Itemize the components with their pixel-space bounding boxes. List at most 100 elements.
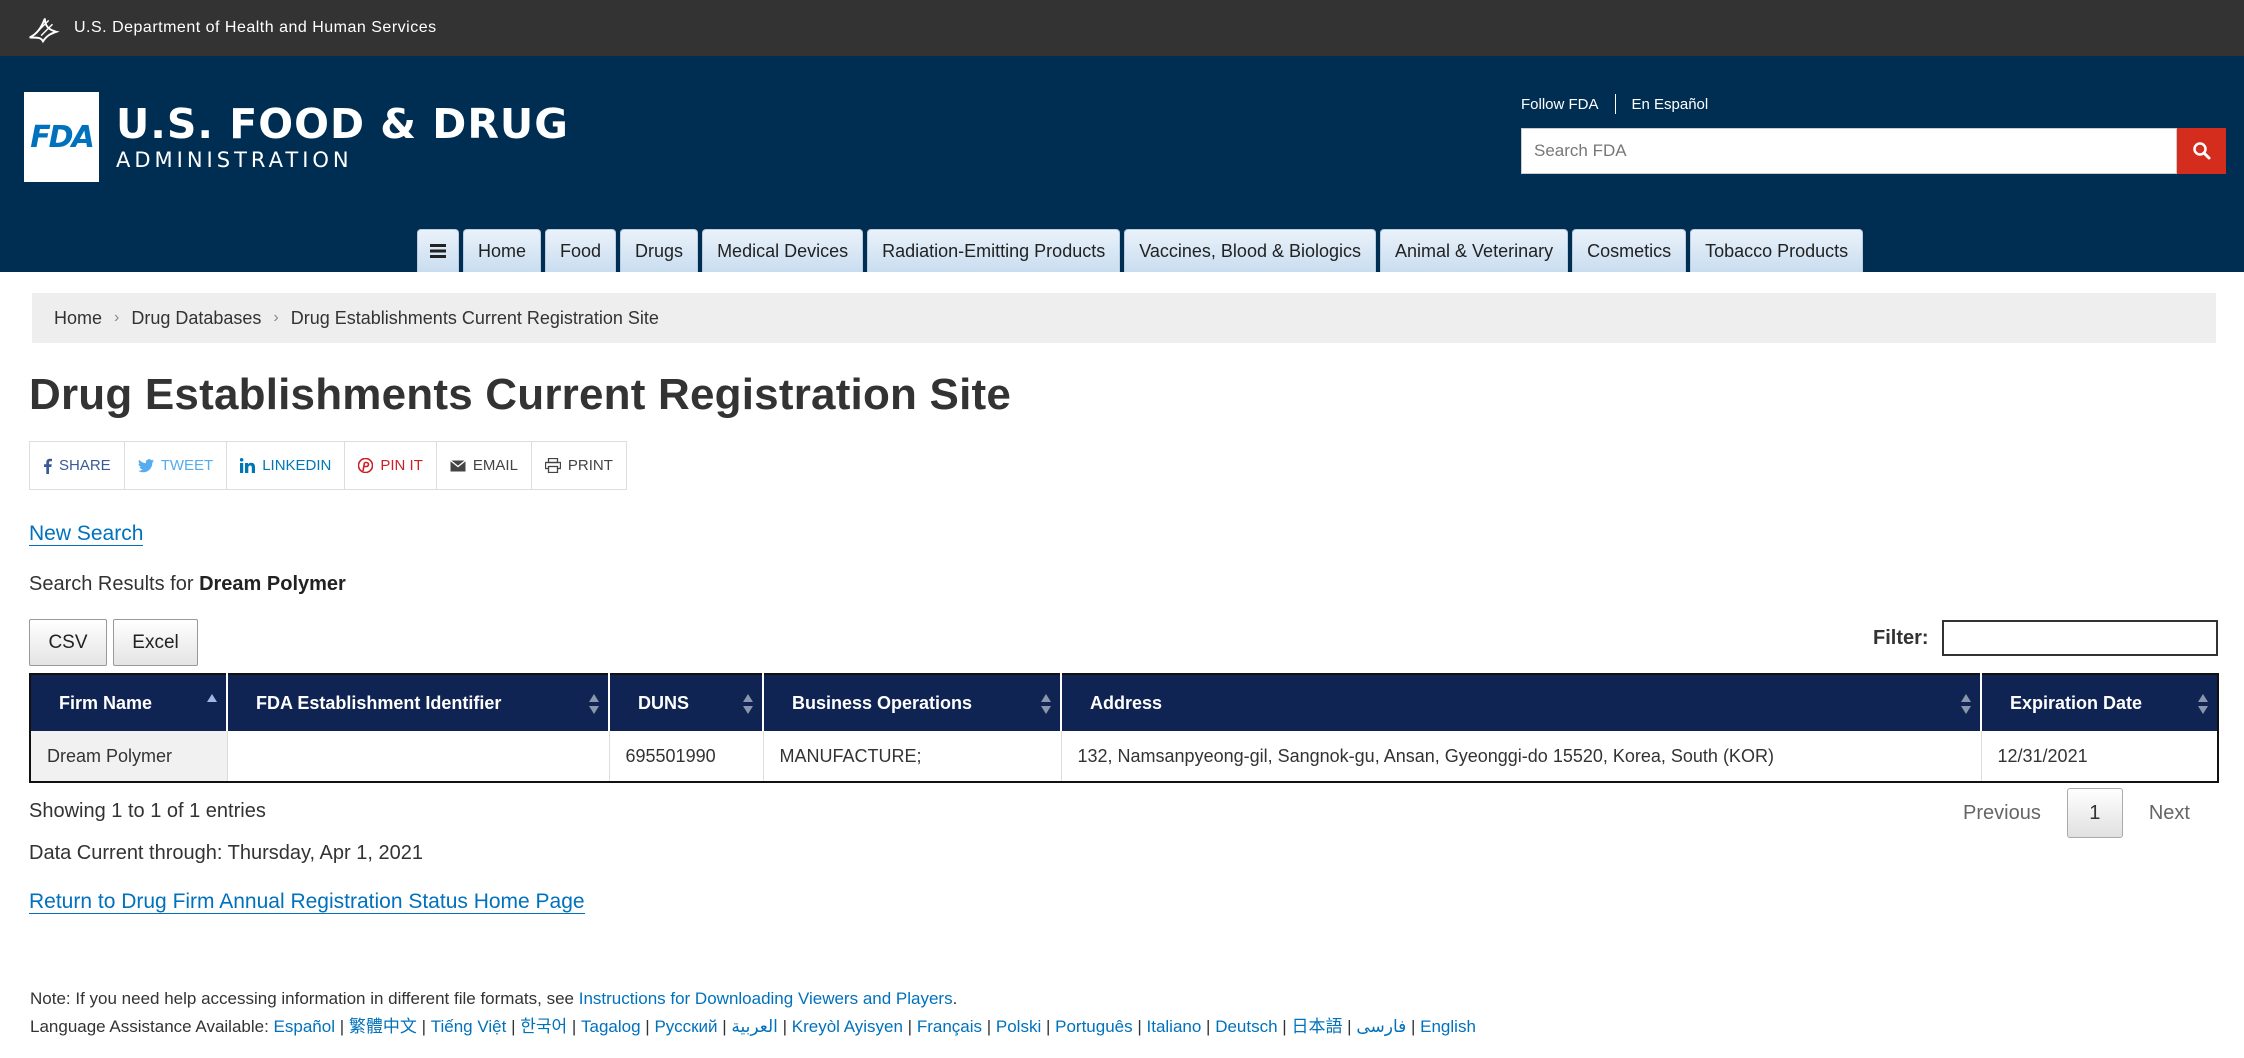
file-format-note: Note: If you need help accessing informa… bbox=[30, 989, 957, 1009]
logo-mark: FDA bbox=[30, 119, 95, 155]
header-business-operations[interactable]: Business Operations bbox=[763, 674, 1062, 731]
lang-italian[interactable]: Italiano bbox=[1147, 1017, 1202, 1036]
lang-russian[interactable]: Русский bbox=[654, 1017, 717, 1036]
results-table: Firm Name FDA Establishment Identifier D… bbox=[29, 673, 2219, 783]
note-end: . bbox=[952, 989, 958, 1008]
sort-both-icon bbox=[589, 694, 599, 714]
instructions-link[interactable]: Instructions for Downloading Viewers and… bbox=[579, 989, 953, 1008]
lang-portuguese[interactable]: Português bbox=[1055, 1017, 1133, 1036]
cell-firm-name: Dream Polymer bbox=[30, 731, 228, 782]
search-input[interactable]: Search FDA bbox=[1521, 128, 2177, 174]
nav-vaccines-blood-biologics[interactable]: Vaccines, Blood & Biologics bbox=[1124, 229, 1377, 272]
cell-expiration-date: 12/31/2021 bbox=[1981, 731, 2219, 782]
language-assistance: Language Assistance Available: Español |… bbox=[30, 1017, 1476, 1036]
header-duns[interactable]: DUNS bbox=[609, 674, 764, 731]
main-nav: Home Food Drugs Medical Devices Radiatio… bbox=[417, 229, 1867, 272]
lang-japanese[interactable]: 日本語 bbox=[1291, 1017, 1342, 1036]
fda-logo[interactable]: FDA bbox=[24, 92, 99, 182]
chevron-right-icon: › bbox=[114, 309, 120, 326]
share-facebook-button[interactable]: SHARE bbox=[30, 442, 125, 489]
cell-address: 132, Namsanpyeong-gil, Sangnok-gu, Ansan… bbox=[1061, 731, 1982, 782]
lang-arabic[interactable]: العربية bbox=[731, 1017, 777, 1036]
share-email-button[interactable]: EMAIL bbox=[437, 442, 532, 489]
nav-animal-veterinary[interactable]: Animal & Veterinary bbox=[1380, 229, 1569, 272]
sort-both-icon bbox=[1041, 694, 1051, 714]
nav-drugs[interactable]: Drugs bbox=[620, 229, 699, 272]
follow-fda-link[interactable]: Follow FDA bbox=[1521, 96, 1599, 113]
header-address[interactable]: Address bbox=[1061, 674, 1982, 731]
csv-button[interactable]: CSV bbox=[29, 619, 107, 666]
lang-german[interactable]: Deutsch bbox=[1215, 1017, 1277, 1036]
linkedin-icon bbox=[240, 458, 256, 473]
lang-korean[interactable]: 한국어 bbox=[520, 1017, 567, 1036]
results-prefix: Search Results for bbox=[29, 573, 200, 595]
page-title: Drug Establishments Current Registration… bbox=[29, 370, 1012, 419]
filter-label: Filter: bbox=[1873, 627, 1929, 649]
header-label: Business Operations bbox=[792, 692, 973, 713]
sort-both-icon bbox=[1961, 694, 1971, 714]
excel-button[interactable]: Excel bbox=[113, 619, 198, 666]
lang-polish[interactable]: Polski bbox=[996, 1017, 1041, 1036]
hhs-bar: U.S. Department of Health and Human Serv… bbox=[0, 0, 2244, 56]
header-label: Firm Name bbox=[59, 692, 153, 713]
share-twitter-button[interactable]: TWEET bbox=[125, 442, 228, 489]
lang-vietnamese[interactable]: Tiếng Việt bbox=[431, 1017, 507, 1036]
header-label: Expiration Date bbox=[2010, 692, 2143, 713]
new-search-link[interactable]: New Search bbox=[29, 523, 144, 546]
header-firm-name[interactable]: Firm Name bbox=[30, 674, 228, 731]
nav-cosmetics[interactable]: Cosmetics bbox=[1572, 229, 1687, 272]
cell-business-operations: MANUFACTURE; bbox=[763, 731, 1062, 782]
site-header: FDA U.S. FOOD & DRUG ADMINISTRATION Foll… bbox=[0, 56, 2244, 272]
chevron-right-icon: › bbox=[273, 309, 279, 326]
header-label: DUNS bbox=[638, 692, 690, 713]
next-button[interactable]: Next bbox=[2149, 802, 2190, 825]
share-bar: SHARE TWEET LINKEDIN PIN IT EMAIL PRINT bbox=[29, 441, 627, 490]
breadcrumb-drug-databases[interactable]: Drug Databases bbox=[131, 308, 261, 329]
nav-food[interactable]: Food bbox=[545, 229, 617, 272]
nav-radiation-emitting-products[interactable]: Radiation-Emitting Products bbox=[867, 229, 1121, 272]
menu-button[interactable] bbox=[417, 229, 459, 272]
header-links: Follow FDA En Español bbox=[1521, 94, 1708, 114]
logo-subtitle[interactable]: ADMINISTRATION bbox=[116, 148, 353, 172]
lang-tagalog[interactable]: Tagalog bbox=[581, 1017, 641, 1036]
cell-duns: 695501990 bbox=[609, 731, 764, 782]
share-label: SHARE bbox=[59, 457, 111, 474]
page-1-button[interactable]: 1 bbox=[2066, 788, 2123, 838]
breadcrumb: Home › Drug Databases › Drug Establishme… bbox=[32, 293, 2216, 343]
pinterest-icon bbox=[358, 458, 374, 473]
lang-espanol[interactable]: Español bbox=[274, 1017, 335, 1036]
print-icon bbox=[544, 458, 561, 473]
share-print-button[interactable]: PRINT bbox=[532, 442, 626, 489]
lang-french[interactable]: Français bbox=[917, 1017, 982, 1036]
lang-farsi[interactable]: فارسی bbox=[1356, 1017, 1406, 1036]
table-header-row: Firm Name FDA Establishment Identifier D… bbox=[30, 674, 2218, 731]
print-label: PRINT bbox=[567, 457, 613, 474]
en-espanol-link[interactable]: En Español bbox=[1632, 96, 1709, 113]
share-linkedin-button[interactable]: LINKEDIN bbox=[227, 442, 346, 489]
search-button[interactable] bbox=[2177, 128, 2226, 174]
email-label: EMAIL bbox=[472, 457, 518, 474]
email-icon bbox=[449, 459, 466, 471]
breadcrumb-home[interactable]: Home bbox=[54, 308, 102, 329]
hhs-title[interactable]: U.S. Department of Health and Human Serv… bbox=[74, 19, 437, 37]
search-icon bbox=[2192, 142, 2210, 160]
nav-medical-devices[interactable]: Medical Devices bbox=[702, 229, 864, 272]
language-prefix: Language Assistance Available: bbox=[30, 1017, 274, 1036]
breadcrumb-current: Drug Establishments Current Registration… bbox=[290, 307, 659, 328]
share-pinterest-button[interactable]: PIN IT bbox=[345, 442, 437, 489]
logo-title[interactable]: U.S. FOOD & DRUG bbox=[116, 100, 569, 148]
filter-input[interactable] bbox=[1942, 620, 2218, 656]
table-row: Dream Polymer 695501990 MANUFACTURE; 132… bbox=[30, 731, 2219, 782]
header-fda-establishment-identifier[interactable]: FDA Establishment Identifier bbox=[227, 674, 610, 731]
lang-english[interactable]: English bbox=[1420, 1017, 1476, 1036]
lang-haitian-creole[interactable]: Kreyòl Ayisyen bbox=[792, 1017, 903, 1036]
sort-asc-icon bbox=[207, 694, 217, 702]
tweet-label: TWEET bbox=[160, 457, 214, 474]
lang-chinese-traditional[interactable]: 繁體中文 bbox=[349, 1017, 417, 1036]
nav-tobacco-products[interactable]: Tobacco Products bbox=[1690, 229, 1864, 272]
header-label: Address bbox=[1090, 692, 1163, 713]
previous-button[interactable]: Previous bbox=[1963, 802, 2041, 825]
return-home-link[interactable]: Return to Drug Firm Annual Registration … bbox=[29, 891, 585, 914]
nav-home[interactable]: Home bbox=[463, 229, 542, 272]
header-expiration-date[interactable]: Expiration Date bbox=[1981, 674, 2218, 731]
